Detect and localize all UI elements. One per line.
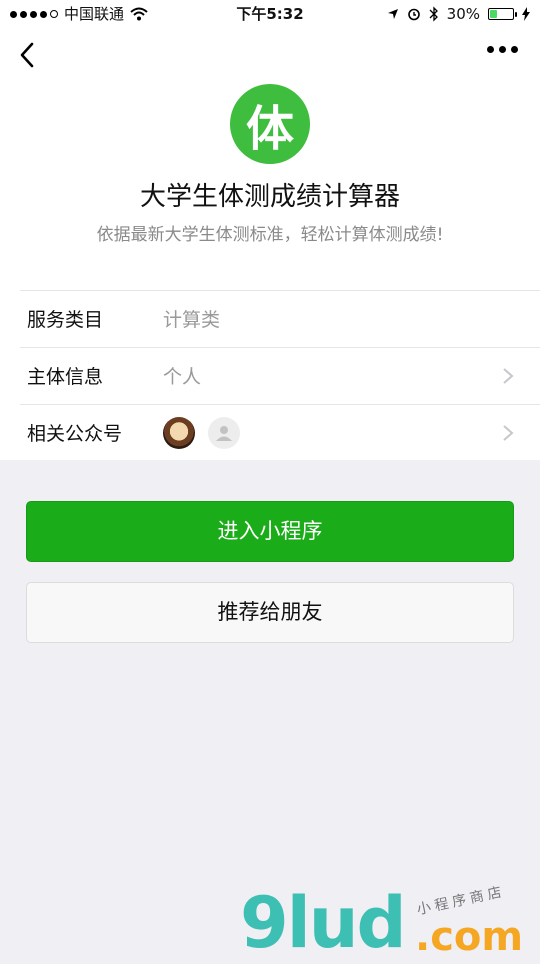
app-title: 大学生体测成绩计算器 [139, 182, 400, 212]
location-icon [387, 9, 398, 19]
official-account-avatar[interactable] [163, 417, 195, 449]
status-bar: 中国联通 下午5:32 30% [0, 0, 540, 28]
charging-icon [522, 7, 530, 21]
default-avatar-icon[interactable] [208, 417, 240, 449]
more-options-icon[interactable] [487, 46, 518, 53]
bluetooth-icon [429, 6, 438, 22]
service-category-row: 服务类目 计算类 [20, 290, 540, 346]
service-category-value: 计算类 [163, 309, 221, 331]
watermark-domain: .com [415, 914, 524, 960]
watermark-logo: 9lud 小程序商店 .com [240, 882, 540, 964]
app-logo: 体 [230, 84, 310, 164]
battery-percent: 30% [446, 5, 480, 23]
subject-info-value: 个人 [163, 366, 202, 388]
battery-icon [488, 8, 517, 20]
watermark-brand: 9lud [240, 882, 407, 964]
recommend-to-friend-button[interactable]: 推荐给朋友 [26, 582, 514, 643]
related-accounts-row[interactable]: 相关公众号 [20, 404, 540, 460]
chevron-right-icon [503, 368, 514, 384]
related-accounts-label: 相关公众号 [27, 423, 123, 445]
app-description: 依据最新大学生体测标准，轻松计算体测成绩! [96, 225, 444, 245]
subject-info-label: 主体信息 [27, 366, 104, 388]
mini-program-profile: 中国联通 下午5:32 30% 体 大学生体测成绩计算器 依据最新大学生体测标准… [0, 0, 540, 460]
status-right: 30% [387, 0, 530, 28]
alarm-icon [407, 8, 420, 21]
back-icon[interactable] [14, 40, 44, 70]
chevron-right-icon [503, 425, 514, 441]
service-category-label: 服务类目 [27, 309, 104, 331]
enter-mini-program-button[interactable]: 进入小程序 [26, 501, 514, 562]
subject-info-row[interactable]: 主体信息 个人 [20, 347, 540, 403]
